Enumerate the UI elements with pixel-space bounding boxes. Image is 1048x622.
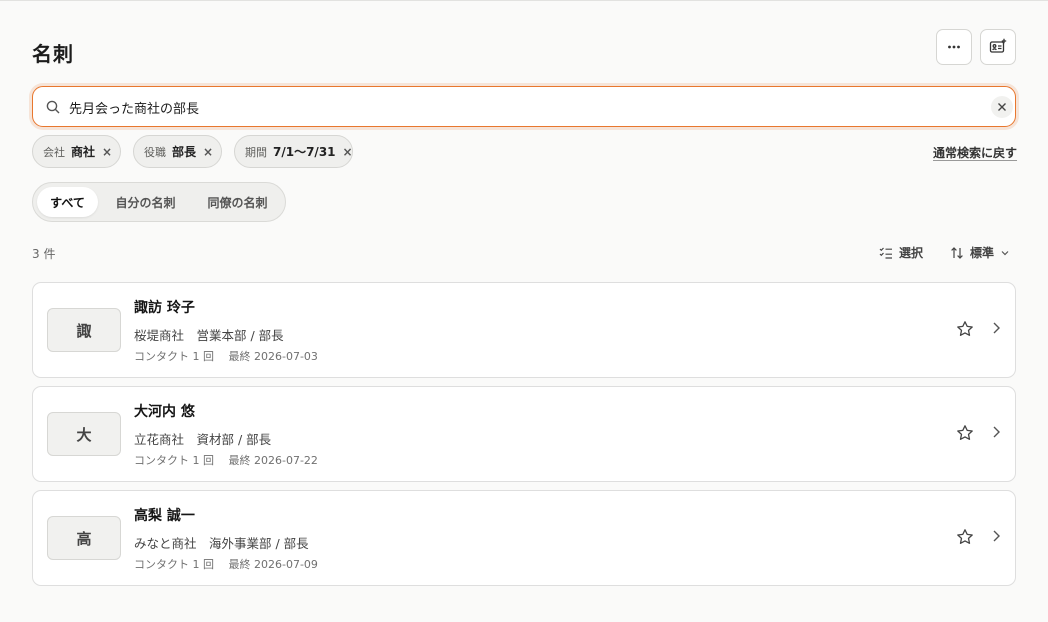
filter-value: 商社 (71, 145, 96, 159)
page-title: 名刺 (32, 42, 74, 66)
sort-button[interactable]: 標準 (950, 244, 1010, 261)
sort-icon (951, 246, 963, 259)
back-to-normal-search-link[interactable]: 通常検索に戻す (933, 144, 1017, 161)
chevron-right-icon (993, 426, 1000, 438)
contact-meta: コンタクト 1 回 最終 2026-07-09 (134, 558, 318, 571)
sort-label: 標準 (970, 246, 995, 260)
result-count: 3 件 (32, 247, 56, 261)
contact-name: 大河内 悠 (134, 404, 195, 420)
contact-name: 諏訪 玲子 (134, 300, 195, 316)
filter-key: 役職 (144, 145, 166, 159)
ownership-segment: すべて 自分の名刺 同僚の名刺 (32, 182, 286, 222)
filter-value: 7/1〜7/31 (273, 145, 336, 159)
card-avatar: 諏 (47, 308, 121, 352)
tab-all[interactable]: すべて (37, 187, 98, 217)
select-button[interactable]: 選択 (879, 244, 923, 261)
filter-chip-position[interactable]: 役職 部長 × (133, 135, 222, 168)
top-divider (0, 0, 1048, 1)
checklist-icon (879, 247, 892, 259)
star-icon[interactable] (956, 320, 974, 338)
chevron-right-icon (993, 322, 1000, 334)
filter-chip-company[interactable]: 会社 商社 × (32, 135, 121, 168)
contact-name: 高梨 誠一 (134, 508, 195, 524)
add-card-button[interactable] (980, 29, 1016, 65)
card-avatar: 大 (47, 412, 121, 456)
filter-key: 期間 (245, 145, 267, 159)
contact-meta: コンタクト 1 回 最終 2026-07-22 (134, 454, 318, 467)
star-icon[interactable] (956, 528, 974, 546)
star-icon[interactable] (956, 424, 974, 442)
chevron-down-icon (1001, 250, 1009, 255)
contact-meta: コンタクト 1 回 最終 2026-07-03 (134, 350, 318, 363)
clear-search-button[interactable] (991, 96, 1013, 118)
tab-my-cards[interactable]: 自分の名刺 (103, 187, 188, 217)
select-label: 選択 (899, 246, 924, 260)
search-input[interactable] (69, 96, 969, 118)
search-bar (32, 86, 1016, 127)
filter-chip-period[interactable]: 期間 7/1〜7/31 × (234, 135, 353, 168)
business-card-item[interactable]: 高 高梨 誠一 みなと商社 海外事業部 / 部長 コンタクト 1 回 最終 20… (32, 490, 1016, 586)
search-icon (46, 100, 60, 114)
filter-value: 部長 (172, 145, 197, 159)
filter-key: 会社 (43, 145, 65, 159)
tab-colleague-cards[interactable]: 同僚の名刺 (195, 187, 280, 217)
more-horizontal-icon (948, 45, 960, 49)
remove-filter-icon[interactable]: × (203, 145, 213, 159)
close-icon (998, 103, 1006, 111)
add-card-icon (989, 38, 1007, 53)
contact-organization: みなと商社 海外事業部 / 部長 (134, 536, 309, 551)
remove-filter-icon[interactable]: × (343, 145, 353, 159)
card-avatar: 高 (47, 516, 121, 560)
remove-filter-icon[interactable]: × (102, 145, 112, 159)
business-card-item[interactable]: 諏 諏訪 玲子 桜堤商社 営業本部 / 部長 コンタクト 1 回 最終 2026… (32, 282, 1016, 378)
contact-organization: 立花商社 資材部 / 部長 (134, 432, 272, 447)
more-options-button[interactable] (936, 29, 972, 65)
chevron-right-icon (993, 530, 1000, 542)
contact-organization: 桜堤商社 営業本部 / 部長 (134, 328, 284, 343)
business-card-item[interactable]: 大 大河内 悠 立花商社 資材部 / 部長 コンタクト 1 回 最終 2026-… (32, 386, 1016, 482)
